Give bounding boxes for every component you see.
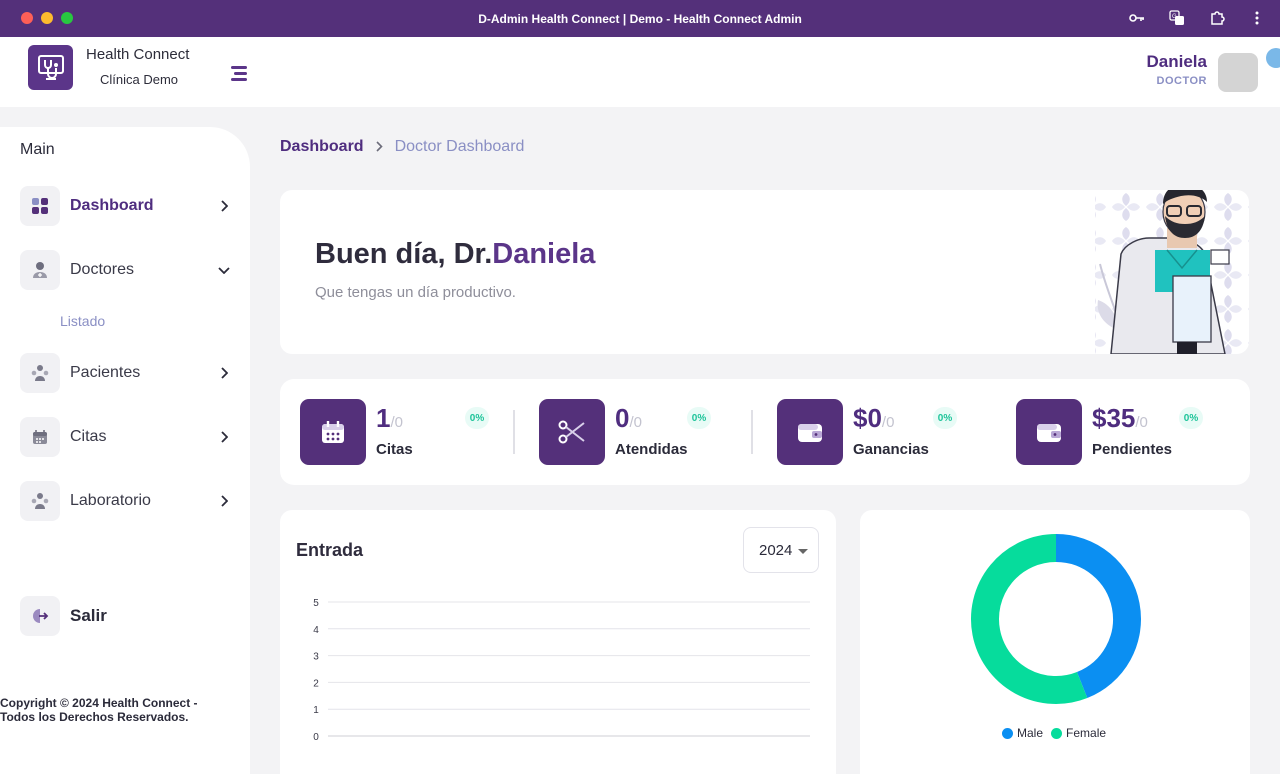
legend-label: Female bbox=[1066, 726, 1107, 740]
logout-button[interactable]: Salir bbox=[20, 596, 232, 636]
svg-text:G: G bbox=[1172, 14, 1177, 20]
stat-label: Atendidas bbox=[615, 441, 688, 458]
minimize-window-button[interactable] bbox=[41, 12, 53, 24]
extensions-icon[interactable] bbox=[1208, 9, 1226, 27]
sidebar-item-label: Pacientes bbox=[70, 364, 141, 381]
sidebar-item-laboratorio[interactable]: Laboratorio bbox=[20, 481, 232, 521]
doctor-illustration bbox=[1095, 190, 1249, 354]
menu-toggle-icon[interactable] bbox=[229, 64, 249, 82]
logout-label: Salir bbox=[70, 606, 107, 625]
doctor-icon bbox=[20, 250, 60, 290]
year-select[interactable]: 2024 bbox=[743, 527, 819, 573]
breadcrumb-current: Doctor Dashboard bbox=[394, 138, 525, 155]
stethoscope-logo-icon[interactable] bbox=[28, 45, 73, 90]
user-role: DOCTOR bbox=[1156, 75, 1207, 87]
copyright-text: Copyright © 2024 Health Connect - Todos … bbox=[0, 696, 198, 724]
stats-card: 1/0 Citas 0% 0/0 Atendidas 0% $0/0 Ganan… bbox=[280, 379, 1250, 485]
chevron-right-icon bbox=[216, 365, 232, 381]
divider bbox=[513, 410, 515, 454]
legend-dot bbox=[1002, 727, 1013, 739]
sidebar-section-title: Main bbox=[20, 141, 55, 158]
translate-icon[interactable]: G bbox=[1168, 9, 1186, 27]
window-title: D-Admin Health Connect | Demo - Health C… bbox=[478, 11, 802, 26]
donut-slice-female[interactable] bbox=[971, 534, 1088, 704]
settings-badge-icon[interactable] bbox=[1266, 48, 1280, 68]
legend-item-female[interactable]: Female bbox=[1051, 726, 1106, 740]
y-tick-label: 2 bbox=[313, 678, 319, 689]
breadcrumb-home[interactable]: Dashboard bbox=[280, 138, 364, 156]
more-menu-icon[interactable] bbox=[1248, 9, 1266, 27]
close-window-button[interactable] bbox=[21, 12, 33, 24]
welcome-banner: Buen día, Dr.Daniela Que tengas un día p… bbox=[280, 190, 1249, 354]
welcome-subtitle: Que tengas un día productivo. bbox=[315, 284, 516, 301]
sidebar-item-label: Dashboard bbox=[70, 197, 154, 214]
chevron-right-icon bbox=[216, 493, 232, 509]
percent-badge: 0% bbox=[933, 407, 957, 429]
y-tick-label: 0 bbox=[313, 732, 319, 743]
scissors-icon bbox=[539, 399, 605, 465]
avatar[interactable] bbox=[1218, 53, 1258, 92]
legend-item-male[interactable]: Male bbox=[1002, 726, 1043, 740]
stat-value: 1/0 bbox=[376, 403, 403, 433]
sidebar-item-citas[interactable]: Citas bbox=[20, 417, 232, 457]
stat-label: Ganancias bbox=[853, 441, 929, 458]
sidebar-item-label: Laboratorio bbox=[70, 492, 151, 509]
sidebar-item-label: Citas bbox=[70, 428, 107, 445]
percent-badge: 0% bbox=[687, 407, 711, 429]
y-tick-label: 4 bbox=[313, 625, 319, 636]
key-icon[interactable] bbox=[1128, 9, 1146, 27]
y-tick-label: 3 bbox=[313, 652, 319, 663]
chevron-right-icon bbox=[376, 139, 383, 155]
app-header: Health Connect Clínica Demo Daniela DOCT… bbox=[0, 37, 1280, 107]
divider bbox=[751, 410, 753, 454]
sidebar-item-label: Doctores bbox=[70, 261, 135, 278]
brand-name: Health Connect bbox=[86, 46, 190, 63]
dashboard-icon bbox=[20, 186, 60, 226]
gender-chart-card: Male Female bbox=[860, 510, 1250, 774]
user-name[interactable]: Daniela bbox=[1147, 52, 1207, 72]
chevron-right-icon bbox=[216, 198, 232, 214]
legend-dot bbox=[1051, 727, 1063, 739]
sidebar: Main Dashboard Doctores Listado Paciente… bbox=[0, 127, 250, 774]
lab-icon bbox=[20, 481, 60, 521]
chart-legend: Male Female bbox=[1002, 726, 1106, 740]
percent-badge: 0% bbox=[465, 407, 489, 429]
window-titlebar: D-Admin Health Connect | Demo - Health C… bbox=[0, 0, 1280, 37]
breadcrumb: Dashboard Doctor Dashboard bbox=[280, 138, 524, 156]
logout-icon bbox=[20, 596, 60, 636]
stat-label: Citas bbox=[376, 441, 413, 458]
calendar-icon bbox=[300, 399, 366, 465]
entrada-title: Entrada bbox=[296, 540, 364, 560]
donut-slice-male[interactable] bbox=[1055, 534, 1141, 699]
sidebar-item-dashboard[interactable]: Dashboard bbox=[20, 186, 232, 226]
entrada-card: Entrada 2024 0 1 2 3 4 5 bbox=[280, 510, 836, 774]
sidebar-subitem-listado[interactable]: Listado bbox=[60, 313, 105, 329]
chevron-right-icon bbox=[216, 429, 232, 445]
entrada-line-chart: 0 1 2 3 4 5 bbox=[313, 598, 810, 743]
window-controls bbox=[21, 12, 73, 24]
wallet-icon bbox=[1016, 399, 1082, 465]
stat-value: $0/0 bbox=[853, 403, 895, 433]
year-select-value: 2024 bbox=[759, 541, 793, 559]
wallet-icon bbox=[777, 399, 843, 465]
sidebar-item-doctores[interactable]: Doctores bbox=[20, 250, 232, 290]
greeting-text: Buen día, Dr. bbox=[315, 238, 493, 270]
maximize-window-button[interactable] bbox=[61, 12, 73, 24]
legend-label: Male bbox=[1017, 726, 1044, 740]
chevron-down-icon bbox=[216, 262, 232, 278]
doctor-name: Daniela bbox=[492, 238, 596, 270]
stat-label: Pendientes bbox=[1092, 441, 1173, 458]
welcome-heading: Buen día, Dr.Daniela bbox=[315, 238, 595, 271]
caret-down-icon bbox=[798, 549, 808, 554]
stat-value: $35/0 bbox=[1092, 403, 1148, 433]
sidebar-item-pacientes[interactable]: Pacientes bbox=[20, 353, 232, 393]
patients-icon bbox=[20, 353, 60, 393]
calendar-icon bbox=[20, 417, 60, 457]
gender-donut-chart bbox=[971, 534, 1141, 704]
y-tick-label: 1 bbox=[313, 705, 319, 716]
percent-badge: 0% bbox=[1179, 407, 1203, 429]
stat-value: 0/0 bbox=[615, 403, 642, 433]
y-tick-label: 5 bbox=[313, 598, 319, 609]
clinic-name: Clínica Demo bbox=[100, 72, 179, 87]
